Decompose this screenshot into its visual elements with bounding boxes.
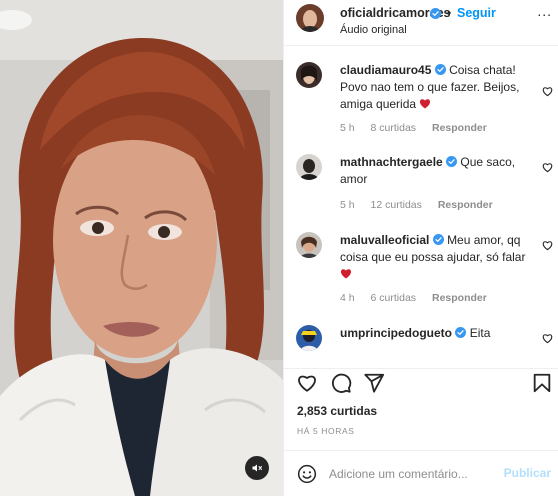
comment-item: umprincipedogueto Eita — [284, 325, 558, 365]
post-header: oficialdricamoraes • Seguir Áudio origin… — [284, 0, 558, 46]
comment-text-block: maluvalleoficial Meu amor, qq coisa que … — [340, 232, 536, 283]
commenter-username[interactable]: mathnachtergaele — [340, 155, 443, 169]
commenter-avatar[interactable] — [296, 154, 322, 180]
paper-plane-icon[interactable] — [363, 372, 385, 394]
comment-meta: 4 h 6 curtidas Responder — [340, 292, 500, 304]
smiley-icon[interactable] — [297, 464, 317, 484]
comment-likes-count[interactable]: 12 curtidas — [371, 199, 422, 211]
avatar-image — [296, 4, 324, 32]
verified-badge-icon — [430, 8, 441, 19]
comment-icon[interactable] — [330, 372, 352, 394]
audio-link[interactable]: Áudio original — [340, 24, 407, 36]
avatar-image — [296, 154, 322, 180]
verified-badge-icon — [446, 156, 458, 167]
commenter-username[interactable]: maluvalleoficial — [340, 233, 429, 247]
comment-like-heart-icon[interactable] — [542, 86, 553, 97]
comment-age: 5 h — [340, 122, 355, 134]
comments-list[interactable]: claudiamauro45 Coisa chata! Povo nao tem… — [284, 46, 558, 368]
comment-item: claudiamauro45 Coisa chata! Povo nao tem… — [284, 62, 558, 140]
red-heart-emoji-icon — [340, 269, 352, 279]
comment-like-heart-icon[interactable] — [542, 240, 553, 251]
add-comment-bar: Publicar — [284, 450, 558, 496]
post-actions-bar — [284, 368, 558, 396]
comment-text-block: mathnachtergaele Que saco, amor — [340, 154, 536, 188]
separator-dot: • — [447, 6, 452, 20]
commenter-username[interactable]: umprincipedogueto — [340, 326, 452, 340]
verified-badge-icon — [434, 64, 446, 75]
follow-button[interactable]: Seguir — [457, 6, 496, 20]
comment-text-block: claudiamauro45 Coisa chata! Povo nao tem… — [340, 62, 536, 113]
comment-like-heart-icon[interactable] — [542, 162, 553, 173]
reply-button[interactable]: Responder — [432, 122, 487, 134]
comment-text-block: umprincipedogueto Eita — [340, 325, 536, 342]
comment-item: mathnachtergaele Que saco, amor 5 h 12 c… — [284, 154, 558, 216]
comment-item: maluvalleoficial Meu amor, qq coisa que … — [284, 232, 558, 310]
red-heart-emoji-icon — [420, 99, 431, 109]
post-video[interactable] — [0, 0, 283, 496]
avatar-image — [296, 62, 322, 88]
heart-icon[interactable] — [296, 372, 318, 394]
author-avatar[interactable] — [296, 4, 324, 32]
comment-input[interactable] — [329, 464, 489, 484]
avatar-image — [296, 232, 322, 258]
reply-button[interactable]: Responder — [432, 292, 487, 304]
verified-badge-icon — [455, 327, 467, 338]
comment-age: 5 h — [340, 199, 355, 211]
likes-count[interactable]: 2,853 curtidas — [297, 404, 377, 418]
commenter-avatar[interactable] — [296, 62, 322, 88]
reply-button[interactable]: Responder — [438, 199, 493, 211]
comment-meta: 5 h 8 curtidas Responder — [340, 122, 500, 134]
speaker-muted-icon — [252, 464, 262, 472]
commenter-avatar[interactable] — [296, 232, 322, 258]
mute-button[interactable] — [245, 456, 269, 480]
comment-body: Eita — [469, 326, 491, 340]
post-detail-panel: oficialdricamoraes • Seguir Áudio origin… — [283, 0, 558, 496]
commenter-username[interactable]: claudiamauro45 — [340, 63, 431, 77]
post-time-ago[interactable]: HÁ 5 HORAS — [297, 426, 355, 436]
video-frame-illustration — [0, 0, 283, 496]
publish-button[interactable]: Publicar — [504, 466, 551, 480]
more-options-button[interactable]: ... — [537, 3, 552, 19]
commenter-avatar[interactable] — [296, 325, 322, 351]
comment-meta: 5 h 12 curtidas Responder — [340, 199, 506, 211]
comment-age: 4 h — [340, 292, 355, 304]
bookmark-icon[interactable] — [531, 372, 553, 394]
comment-like-heart-icon[interactable] — [542, 333, 553, 344]
comment-likes-count[interactable]: 6 curtidas — [371, 292, 417, 304]
comment-likes-count[interactable]: 8 curtidas — [371, 122, 417, 134]
avatar-image — [296, 325, 322, 351]
verified-badge-icon — [432, 234, 444, 245]
